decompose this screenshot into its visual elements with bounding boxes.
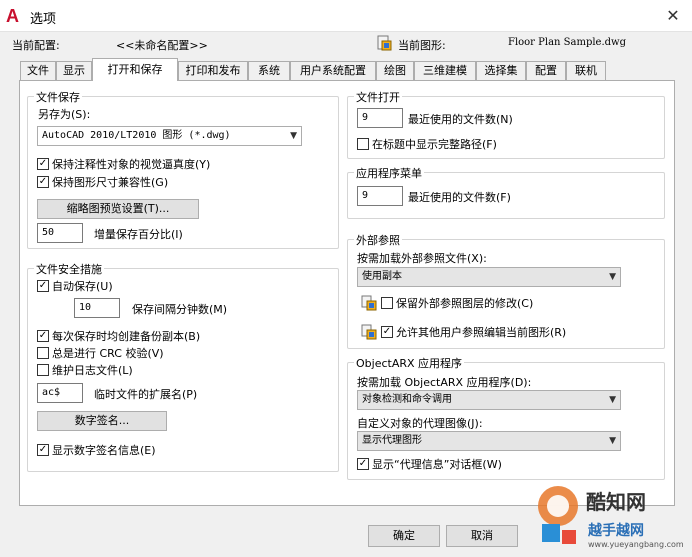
- tab-drafting[interactable]: 绘图: [376, 61, 414, 80]
- file-safety-title: 文件安全措施: [34, 261, 104, 277]
- file-open-title: 文件打开: [354, 89, 402, 105]
- file-save-group: 文件保存 另存为(S): AutoCAD 2010/LT2010 图形 (*.d…: [27, 89, 339, 249]
- chevron-down-icon: ▼: [290, 131, 297, 141]
- tab-selection[interactable]: 选择集: [476, 61, 526, 80]
- current-drawing-label: 当前图形:: [398, 39, 446, 52]
- tab-display[interactable]: 显示: [56, 61, 92, 80]
- watermark-brand: 酷知网: [586, 490, 646, 514]
- digital-signature-button[interactable]: 数字签名...: [37, 411, 167, 431]
- save-as-value: AutoCAD 2010/LT2010 图形 (*.dwg): [42, 130, 231, 141]
- checkmark-icon: ✓: [357, 458, 369, 470]
- chevron-down-icon: ▼: [609, 436, 616, 446]
- cancel-button[interactable]: 取消: [446, 525, 518, 547]
- tab-system[interactable]: 系统: [248, 61, 290, 80]
- keep-annotative-checkbox[interactable]: ✓ 保持注释性对象的视觉逼真度(Y): [37, 157, 210, 173]
- save-as-label: 另存为(S):: [38, 108, 91, 121]
- objectarx-title: ObjectARX 应用程序: [354, 355, 465, 371]
- incremental-save-label: 增量保存百分比(I): [94, 228, 183, 241]
- file-open-recent-input[interactable]: 9: [357, 108, 403, 128]
- proxy-images-value: 显示代理图形: [362, 435, 422, 446]
- current-profile-label: 当前配置:: [12, 39, 60, 52]
- xref-demand-load-value: 使用副本: [362, 271, 402, 282]
- retain-xref-changes-checkbox[interactable]: 保留外部参照图层的修改(C): [381, 296, 533, 312]
- incremental-save-input[interactable]: 50: [37, 223, 83, 243]
- checkmark-icon: ✓: [37, 444, 49, 456]
- xref-demand-load-select[interactable]: 使用副本 ▼: [357, 267, 621, 287]
- objectarx-demand-load-select[interactable]: 对象检测和命令调用 ▼: [357, 390, 621, 410]
- crc-check-checkbox[interactable]: 总是进行 CRC 校验(V): [37, 346, 164, 362]
- tab-user-preferences[interactable]: 用户系统配置: [290, 61, 376, 80]
- objectarx-demand-load-label: 按需加载 ObjectARX 应用程序(D):: [357, 376, 532, 389]
- checkmark-icon: ✓: [37, 158, 49, 170]
- tab-plot-and-publish[interactable]: 打印和发布: [178, 61, 248, 80]
- current-profile-value: <<未命名配置>>: [116, 39, 208, 52]
- checkmark-icon: ✓: [37, 280, 49, 292]
- proxy-images-label: 自定义对象的代理图像(J):: [357, 417, 483, 430]
- file-open-recent-label: 最近使用的文件数(N): [408, 113, 513, 126]
- drawing-file-icon: [376, 35, 392, 51]
- tab-panel-open-and-save: 文件保存 另存为(S): AutoCAD 2010/LT2010 图形 (*.d…: [19, 80, 675, 506]
- xref-title: 外部参照: [354, 232, 402, 248]
- watermark-url: www.yueyangbang.com: [588, 540, 684, 549]
- profile-row: 当前配置: <<未命名配置>> 当前图形: Floor Plan Sample.…: [0, 34, 692, 54]
- autosave-minutes-input[interactable]: 10: [74, 298, 120, 318]
- thumbnail-settings-button[interactable]: 缩略图预览设置(T)...: [37, 199, 199, 219]
- app-menu-group: 应用程序菜单 9 最近使用的文件数(F): [347, 165, 665, 219]
- show-proxy-dialog-checkbox[interactable]: ✓ 显示“代理信息”对话框(W): [357, 457, 502, 473]
- tab-online[interactable]: 联机: [566, 61, 606, 80]
- close-button[interactable]: ✕: [662, 5, 684, 27]
- log-file-checkbox[interactable]: 维护日志文件(L): [37, 363, 133, 379]
- ok-button[interactable]: 确定: [368, 525, 440, 547]
- app-menu-title: 应用程序菜单: [354, 165, 424, 181]
- allow-xref-edit-checkbox[interactable]: ✓ 允许其他用户参照编辑当前图形(R): [381, 325, 566, 341]
- title-bar: A 选项 ✕: [0, 0, 692, 32]
- tab-3d-modeling[interactable]: 三维建模: [414, 61, 476, 80]
- tab-open-and-save[interactable]: 打开和保存: [92, 58, 178, 81]
- temp-extension-label: 临时文件的扩展名(P): [94, 388, 198, 401]
- autosave-minutes-label: 保存间隔分钟数(M): [132, 303, 228, 316]
- app-menu-recent-input[interactable]: 9: [357, 186, 403, 206]
- xref-edit-icon: [361, 324, 377, 340]
- proxy-images-select[interactable]: 显示代理图形 ▼: [357, 431, 621, 451]
- file-safety-group: 文件安全措施 ✓ 自动保存(U) 10 保存间隔分钟数(M) ✓ 每次保存时均创建备…: [27, 261, 339, 472]
- chevron-down-icon: ▼: [609, 272, 616, 282]
- current-drawing-value: Floor Plan Sample.dwg: [508, 37, 626, 48]
- tab-strip: 文件 显示 打开和保存 打印和发布 系统 用户系统配置 绘图 三维建模 选择集 …: [20, 58, 680, 81]
- autocad-logo-icon: A: [6, 6, 19, 26]
- tab-profiles[interactable]: 配置: [526, 61, 566, 80]
- checkmark-icon: ✓: [37, 330, 49, 342]
- objectarx-demand-load-value: 对象检测和命令调用: [362, 394, 452, 405]
- xref-demand-load-label: 按需加载外部参照文件(X):: [357, 252, 487, 265]
- temp-extension-input[interactable]: ac$: [37, 383, 83, 403]
- xref-layer-icon: [361, 295, 377, 311]
- chevron-down-icon: ▼: [609, 395, 616, 405]
- xref-group: 外部参照 按需加载外部参照文件(X): 使用副本 ▼ 保留外部参照图层的修改(C…: [347, 232, 665, 349]
- full-path-checkbox[interactable]: 在标题中显示完整路径(F): [357, 137, 497, 153]
- watermark-tag: 越手越网: [588, 523, 644, 539]
- show-signature-info-checkbox[interactable]: ✓ 显示数字签名信息(E): [37, 443, 156, 459]
- save-as-select[interactable]: AutoCAD 2010/LT2010 图形 (*.dwg) ▼: [37, 126, 302, 146]
- watermark: 酷知网 越手越网 www.yueyangbang.com: [528, 476, 692, 554]
- tab-files[interactable]: 文件: [20, 61, 56, 80]
- checkmark-icon: ✓: [381, 326, 393, 338]
- keep-drawing-size-checkbox[interactable]: ✓ 保持图形尺寸兼容性(G): [37, 175, 168, 191]
- file-open-group: 文件打开 9 最近使用的文件数(N) 在标题中显示完整路径(F): [347, 89, 665, 159]
- backup-copy-checkbox[interactable]: ✓ 每次保存时均创建备份副本(B): [37, 329, 200, 345]
- autosave-checkbox[interactable]: ✓ 自动保存(U): [37, 279, 113, 295]
- checkmark-icon: ✓: [37, 176, 49, 188]
- file-save-title: 文件保存: [34, 89, 82, 105]
- objectarx-group: ObjectARX 应用程序 按需加载 ObjectARX 应用程序(D): 对…: [347, 355, 665, 480]
- app-menu-recent-label: 最近使用的文件数(F): [408, 191, 511, 204]
- window-title: 选项: [30, 12, 57, 27]
